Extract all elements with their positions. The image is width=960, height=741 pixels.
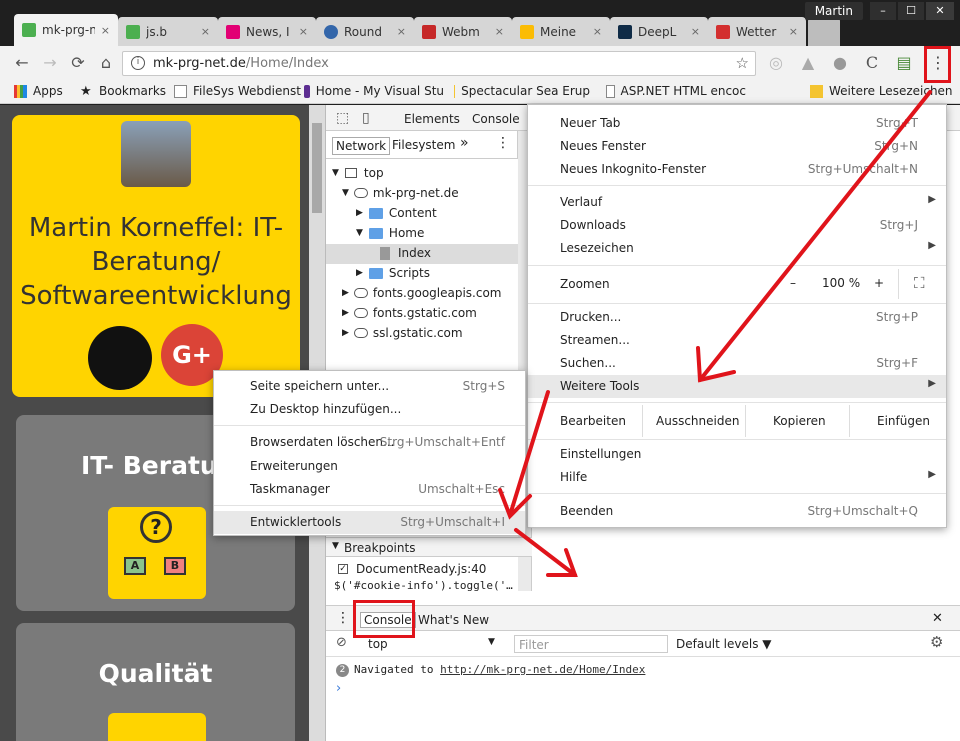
chrome-menu-button[interactable]: ⋮ — [930, 52, 946, 74]
annotation-arrows — [498, 90, 932, 577]
arrow-to-more-tools — [698, 90, 932, 382]
